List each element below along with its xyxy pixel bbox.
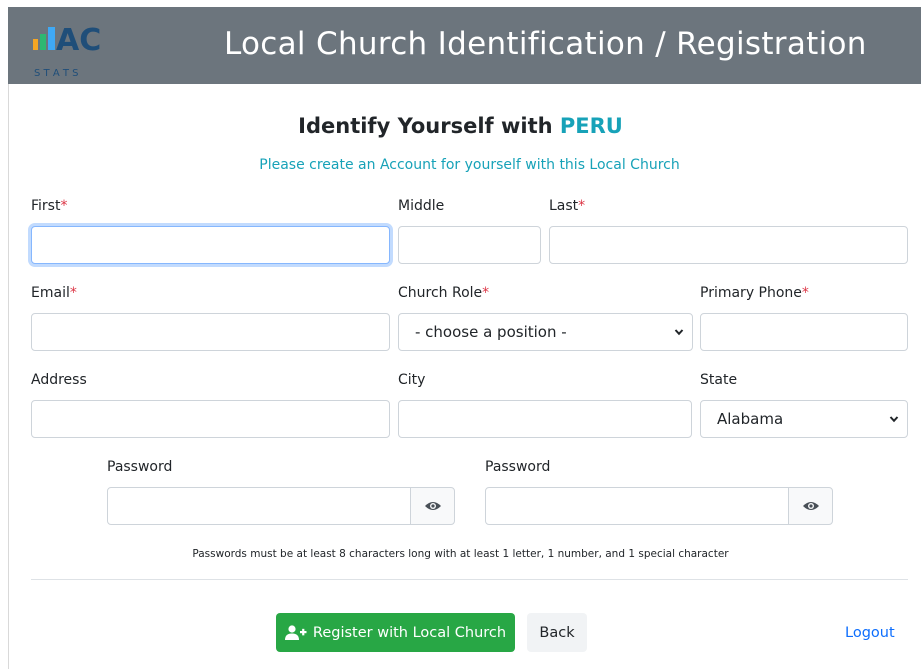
- divider: [31, 579, 908, 580]
- chevron-down-icon: [674, 329, 684, 336]
- user-plus-icon: [284, 624, 307, 640]
- required-marker: *: [578, 198, 586, 214]
- logout-link[interactable]: Logout: [845, 625, 895, 641]
- church-role-selected: - choose a position -: [415, 323, 567, 341]
- middle-name-input[interactable]: [398, 226, 541, 264]
- address-input[interactable]: [31, 400, 390, 438]
- page-title: Local Church Identification / Registrati…: [224, 26, 867, 62]
- middle-name-label: Middle: [398, 198, 445, 214]
- required-marker: *: [482, 285, 490, 301]
- church-role-label-text: Church Role: [398, 285, 483, 301]
- register-button-label: Register with Local Church: [312, 624, 507, 641]
- primary-phone-input[interactable]: [700, 313, 908, 351]
- back-button[interactable]: Back: [527, 613, 587, 652]
- church-role-select[interactable]: - choose a position -: [398, 313, 693, 351]
- confirm-password-input[interactable]: [485, 487, 789, 525]
- city-input[interactable]: [398, 400, 692, 438]
- logo-text: AC: [56, 23, 101, 58]
- state-label: State: [700, 372, 738, 388]
- page-header: AC S T A T S Local Church Identification…: [8, 7, 921, 84]
- show-password-button[interactable]: [410, 487, 455, 525]
- primary-phone-label-text: Primary Phone: [700, 285, 802, 301]
- last-name-input[interactable]: [549, 226, 908, 264]
- required-marker: *: [69, 285, 77, 301]
- church-role-label: Church Role*: [398, 285, 489, 301]
- eye-icon: [424, 502, 441, 510]
- logo-subtext: S T A T S: [34, 68, 78, 79]
- primary-phone-label: Primary Phone*: [700, 285, 809, 301]
- form-heading: Identify Yourself with PERU: [0, 114, 921, 138]
- register-button[interactable]: Register with Local Church: [276, 613, 515, 652]
- state-selected: Alabama: [717, 410, 784, 428]
- confirm-password-label: Password: [485, 459, 551, 475]
- required-marker: *: [60, 198, 68, 214]
- top-strip: [0, 0, 921, 7]
- email-label: Email*: [31, 285, 77, 301]
- password-input[interactable]: [107, 487, 411, 525]
- first-name-label-text: First: [31, 198, 61, 214]
- last-name-label-text: Last: [549, 198, 579, 214]
- heading-prefix: Identify Yourself with: [298, 114, 560, 138]
- first-name-input[interactable]: [31, 226, 390, 264]
- city-label: City: [398, 372, 426, 388]
- address-label: Address: [31, 372, 87, 388]
- church-name: PERU: [559, 114, 623, 138]
- form-subtitle: Please create an Account for yourself wi…: [259, 157, 680, 173]
- required-marker: *: [801, 285, 809, 301]
- eye-icon: [802, 502, 819, 510]
- last-name-label: Last*: [549, 198, 585, 214]
- password-label: Password: [107, 459, 173, 475]
- chevron-down-icon: [889, 416, 899, 423]
- email-label-text: Email: [31, 285, 70, 301]
- email-input[interactable]: [31, 313, 390, 351]
- password-hint: Passwords must be at least 8 characters …: [192, 548, 729, 560]
- logo: AC S T A T S: [33, 23, 101, 79]
- state-select[interactable]: Alabama: [700, 400, 908, 438]
- first-name-label: First*: [31, 198, 67, 214]
- show-confirm-password-button[interactable]: [788, 487, 833, 525]
